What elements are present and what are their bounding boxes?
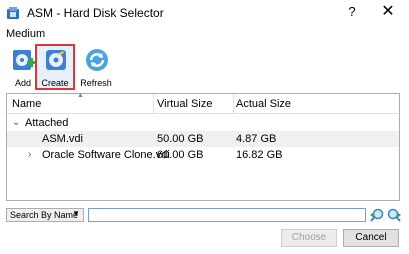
refresh-icon (86, 49, 108, 71)
search-previous-icon[interactable] (369, 207, 385, 223)
row-name: Oracle Software Clone.vdi (42, 149, 170, 161)
column-actual-size[interactable]: Actual Size (236, 98, 291, 110)
row-virtual-size: 50.00 GB (157, 133, 204, 145)
row-actual-size: 4.87 GB (236, 133, 277, 145)
search-next-icon[interactable] (386, 207, 402, 223)
sort-indicator-icon: ▲ (77, 92, 84, 99)
column-virtual-size[interactable]: Virtual Size (157, 98, 212, 110)
row-actual-size: 16.82 GB (236, 149, 283, 161)
row-virtual-size: 60.00 GB (157, 149, 204, 161)
cancel-button[interactable]: Cancel (343, 229, 399, 247)
search-mode-select[interactable]: Search By Name ▼ (6, 208, 84, 222)
refresh-label: Refresh (80, 78, 112, 88)
refresh-button[interactable]: Refresh (77, 44, 115, 90)
column-divider (233, 94, 234, 114)
group-label: Attached (25, 117, 69, 129)
title-bar: ASM - Hard Disk Selector ? ✕ (0, 0, 409, 27)
create-disk-icon (46, 50, 66, 70)
chevron-down-icon[interactable]: ⌄ (12, 117, 20, 128)
choose-button[interactable]: Choose (281, 229, 337, 247)
close-button[interactable]: ✕ (380, 3, 396, 21)
table-row[interactable]: › Oracle Software Clone.vdi 60.00 GB 16.… (7, 147, 399, 163)
create-label: Create (41, 78, 69, 88)
search-input[interactable] (88, 208, 366, 222)
window-title: ASM - Hard Disk Selector (27, 6, 164, 20)
table-header: ▲ Name Virtual Size Actual Size (7, 92, 399, 114)
add-disk-icon (13, 50, 36, 70)
group-row-attached[interactable]: ⌄ Attached (7, 115, 399, 131)
medium-label: Medium (6, 28, 46, 40)
dropdown-arrow-icon: ▼ (72, 209, 80, 218)
table-row[interactable]: ASM.vdi 50.00 GB 4.87 GB (7, 131, 399, 147)
search-mode-label: Search By Name (10, 210, 79, 220)
help-button[interactable]: ? (345, 4, 359, 22)
column-divider (153, 94, 154, 114)
column-name[interactable]: Name (12, 98, 41, 110)
chevron-right-icon[interactable]: › (28, 149, 31, 160)
virtualbox-icon (7, 7, 19, 19)
row-name: ASM.vdi (42, 133, 83, 145)
medium-tree[interactable]: ▲ Name Virtual Size Actual Size ⌄ Attach… (6, 92, 400, 201)
create-button[interactable]: Create (35, 44, 75, 90)
